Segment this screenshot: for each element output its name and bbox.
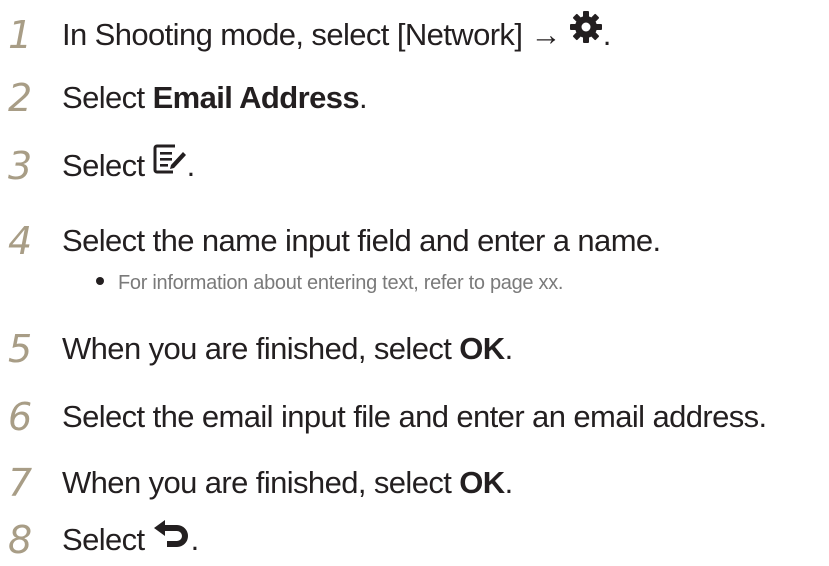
step-text-post: . [190, 522, 200, 557]
step-number: 5 [8, 327, 32, 371]
step-4-note: For information about entering text, ref… [0, 269, 829, 299]
step-1: 1 In Shooting mode, select [Network] → . [0, 10, 829, 61]
bullet-text: For information about entering text, ref… [118, 272, 564, 294]
edit-icon [153, 141, 187, 189]
step-text: When you are finished, select OK. [62, 325, 513, 373]
step-text-pre: Select [62, 522, 153, 557]
step-number: 3 [8, 144, 32, 188]
step-text-pre: When you are finished, select [62, 465, 460, 500]
step-text: When you are finished, select OK. [62, 459, 513, 507]
step-4: 4 Select the name input field and enter … [0, 217, 829, 267]
step-text: Select Email Address. [62, 74, 368, 122]
step-text-post: . [504, 465, 514, 500]
step-5: 5 When you are finished, select OK. [0, 325, 829, 375]
step-text: Select . [62, 516, 199, 566]
step-text-pre: In Shooting mode, select [Network] → [62, 17, 569, 52]
step-text-bold: Email Address [152, 80, 360, 115]
step-number: 8 [8, 518, 32, 562]
step-text: Select the name input field and enter a … [62, 223, 661, 258]
step-number: 4 [8, 219, 32, 263]
step-text: In Shooting mode, select [Network] → . [62, 10, 612, 61]
step-number: 7 [8, 461, 32, 505]
step-text-post: . [186, 148, 196, 183]
step-number: 6 [8, 395, 32, 439]
gear-icon [569, 10, 603, 58]
step-7: 7 When you are finished, select OK. [0, 459, 829, 509]
step-3: 3 Select . [0, 142, 829, 192]
step-text-bold: OK [459, 465, 505, 500]
back-arrow-icon [153, 515, 191, 563]
instruction-steps: 1 In Shooting mode, select [Network] → .… [0, 0, 829, 566]
step-text-bold: OK [459, 331, 505, 366]
step-text-pre: Select [62, 148, 153, 183]
step-6: 6 Select the email input file and enter … [0, 393, 829, 443]
step-text-post: . [359, 80, 368, 115]
step-8: 8 Select . [0, 516, 829, 566]
step-number: 1 [8, 13, 32, 57]
step-text-pre: Select [62, 80, 153, 115]
step-text-pre: When you are finished, select [62, 331, 460, 366]
step-2: 2 Select Email Address. [0, 74, 829, 124]
step-text: Select . [62, 142, 195, 192]
step-text-post: . [504, 331, 514, 366]
step-text: Select the email input file and enter an… [62, 399, 767, 434]
step-text-post: . [602, 17, 612, 52]
step-number: 2 [8, 76, 32, 120]
bullet-item: For information about entering text, ref… [96, 269, 563, 297]
bullet-dot-icon [96, 277, 104, 285]
